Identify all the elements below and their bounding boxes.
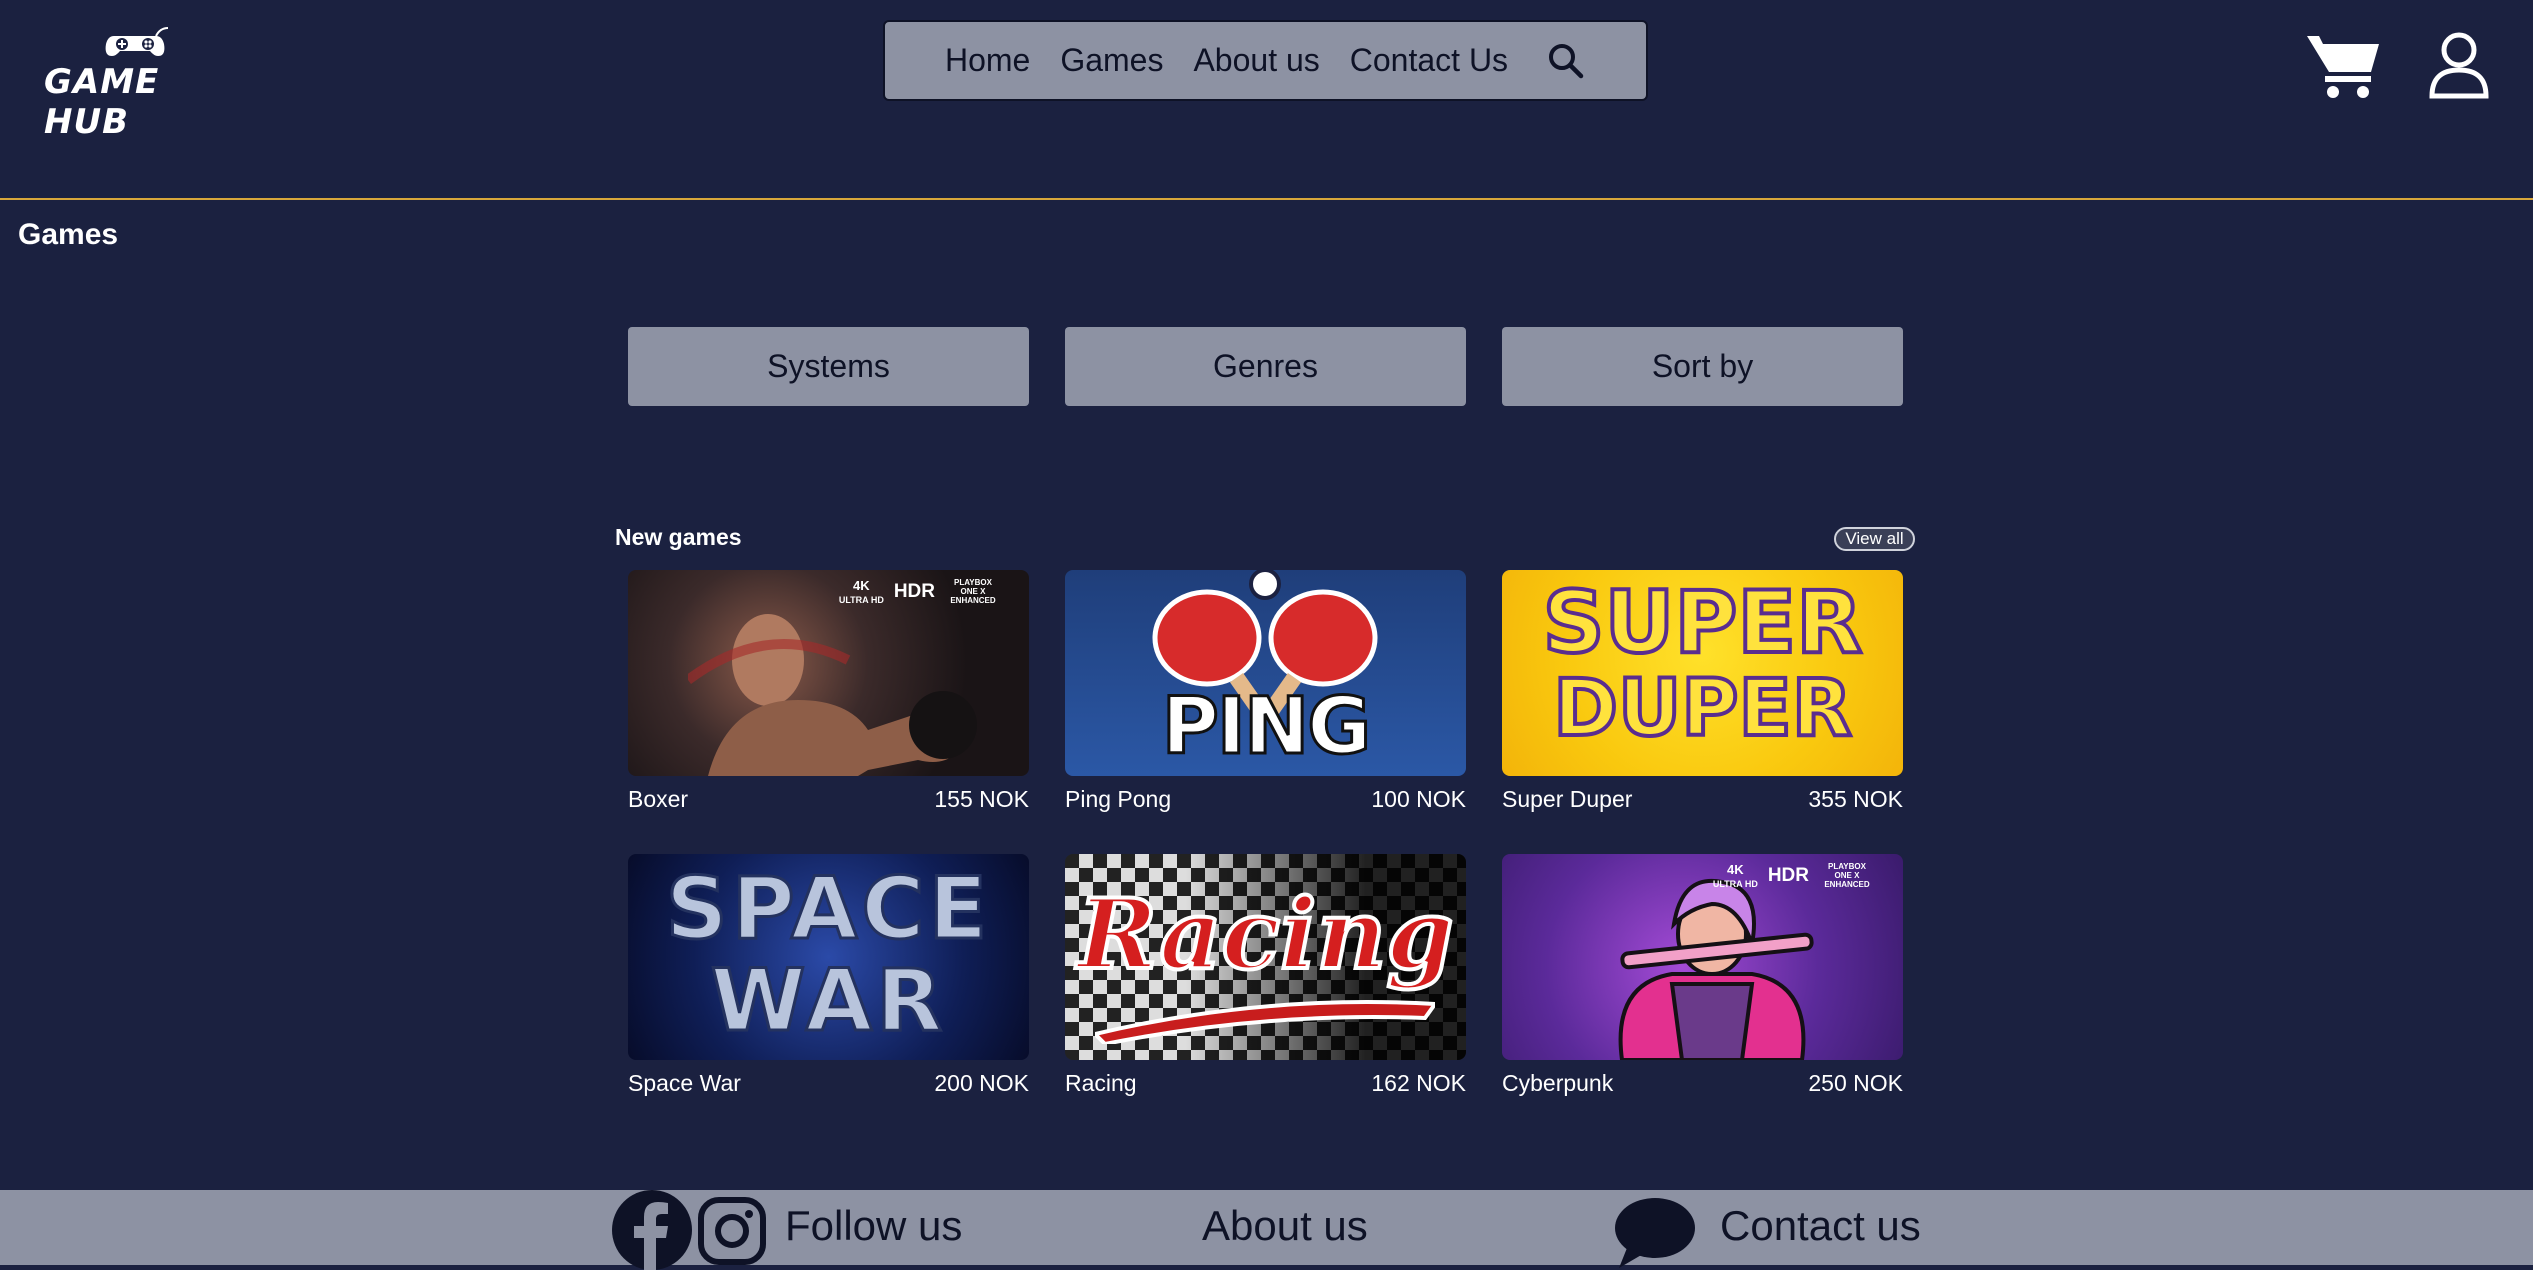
game-card-racing[interactable]: Racing Racing 162 NOK: [1065, 854, 1466, 1097]
war-art-text: WAR: [709, 951, 947, 1051]
header-divider: [0, 198, 2533, 200]
game-card-space-war[interactable]: SPACE WAR Space War 200 NOK: [628, 854, 1029, 1097]
cart-icon[interactable]: [2305, 30, 2383, 100]
systems-button[interactable]: Systems: [628, 327, 1029, 406]
boxer-artwork: [688, 614, 977, 776]
space-art-text: SPACE: [664, 859, 992, 959]
ping-pong-art-text: PING PONG: [1142, 681, 1392, 777]
cyberpunk-artwork: [1618, 878, 1814, 1060]
badge-4k: 4K: [1727, 861, 1744, 877]
hdr-badge: 4K ULTRA HD HDR PLAYBOX ONE X ENHANCED: [1713, 862, 1875, 889]
duper-art-text: DUPER: [1551, 664, 1854, 754]
game-image-boxer[interactable]: 4K ULTRA HD HDR PLAYBOX ONE X ENHANCED: [628, 570, 1029, 776]
user-icon[interactable]: [2427, 30, 2491, 100]
badge-uhd: ULTRA HD: [1712, 878, 1758, 889]
footer: Follow us About us Contact us: [0, 1190, 2533, 1270]
facebook-icon[interactable]: [612, 1190, 692, 1270]
view-all-button[interactable]: View all: [1834, 527, 1915, 551]
genres-button[interactable]: Genres: [1065, 327, 1466, 406]
game-price: 155 NOK: [934, 786, 1029, 812]
sort-by-button[interactable]: Sort by: [1502, 327, 1903, 406]
game-price: 162 NOK: [1371, 1070, 1466, 1096]
game-image-space-war[interactable]: SPACE WAR: [628, 854, 1029, 1060]
game-card-ping-pong[interactable]: PING PONG Ping Pong 100 NOK: [1065, 570, 1466, 813]
game-name: Racing: [1065, 1070, 1137, 1096]
page-title: Games: [18, 218, 119, 251]
nav-games[interactable]: Games: [1060, 42, 1163, 79]
game-name: Boxer: [628, 786, 689, 812]
game-card-boxer[interactable]: 4K ULTRA HD HDR PLAYBOX ONE X ENHANCED Bo…: [628, 570, 1029, 813]
badge-uhd: ULTRA HD: [838, 594, 884, 605]
game-price: 355 NOK: [1808, 786, 1903, 812]
badge-hdr: HDR: [893, 580, 935, 602]
game-card-super-duper[interactable]: SUPER DUPER Super Duper 355 NOK: [1502, 570, 1903, 813]
game-image-super-duper[interactable]: SUPER DUPER: [1502, 570, 1903, 776]
game-image-ping-pong[interactable]: PING PONG: [1065, 570, 1466, 776]
badge-xbox: PLAYBOX ONE X ENHANCED: [950, 578, 996, 605]
gamepad-icon: [105, 27, 169, 56]
chat-bubble-icon[interactable]: [1613, 1194, 1697, 1269]
game-image-racing[interactable]: Racing: [1065, 854, 1466, 1060]
badge-xbox: PLAYBOX ONE X ENHANCED: [1824, 862, 1870, 889]
section-title: New games: [615, 524, 742, 550]
game-name: Super Duper: [1502, 786, 1633, 812]
main-nav: Home Games About us Contact Us: [883, 20, 1648, 101]
nav-contact-us[interactable]: Contact Us: [1350, 42, 1508, 79]
game-image-cyberpunk[interactable]: 4K ULTRA HD HDR PLAYBOX ONE X ENHANCED: [1502, 854, 1903, 1060]
game-name: Ping Pong: [1065, 786, 1172, 812]
footer-contact-us-link[interactable]: Contact us: [1720, 1202, 1921, 1250]
game-name: Space War: [628, 1070, 741, 1096]
logo[interactable]: GAME HUB: [44, 26, 224, 142]
nav-about-us[interactable]: About us: [1193, 42, 1319, 79]
game-price: 250 NOK: [1808, 1070, 1903, 1096]
badge-4k: 4K: [853, 577, 870, 593]
racing-art-text: Racing: [1075, 876, 1455, 993]
badge-hdr: HDR: [1767, 864, 1809, 886]
follow-us-link[interactable]: Follow us: [785, 1202, 962, 1250]
super-art-text: SUPER: [1541, 573, 1865, 673]
nav-home[interactable]: Home: [945, 42, 1030, 79]
instagram-icon[interactable]: [697, 1196, 767, 1266]
game-price: 200 NOK: [934, 1070, 1029, 1096]
footer-about-us-link[interactable]: About us: [1202, 1202, 1368, 1250]
hdr-badge: 4K ULTRA HD HDR PLAYBOX ONE X ENHANCED: [839, 578, 1001, 605]
game-card-cyberpunk[interactable]: 4K ULTRA HD HDR PLAYBOX ONE X ENHANCED Cy…: [1502, 854, 1903, 1097]
racing-swoosh: [1095, 1000, 1435, 1044]
game-price: 100 NOK: [1371, 786, 1466, 812]
logo-text: GAME HUB: [44, 62, 160, 142]
search-icon[interactable]: [1546, 41, 1586, 81]
game-name: Cyberpunk: [1502, 1070, 1614, 1096]
